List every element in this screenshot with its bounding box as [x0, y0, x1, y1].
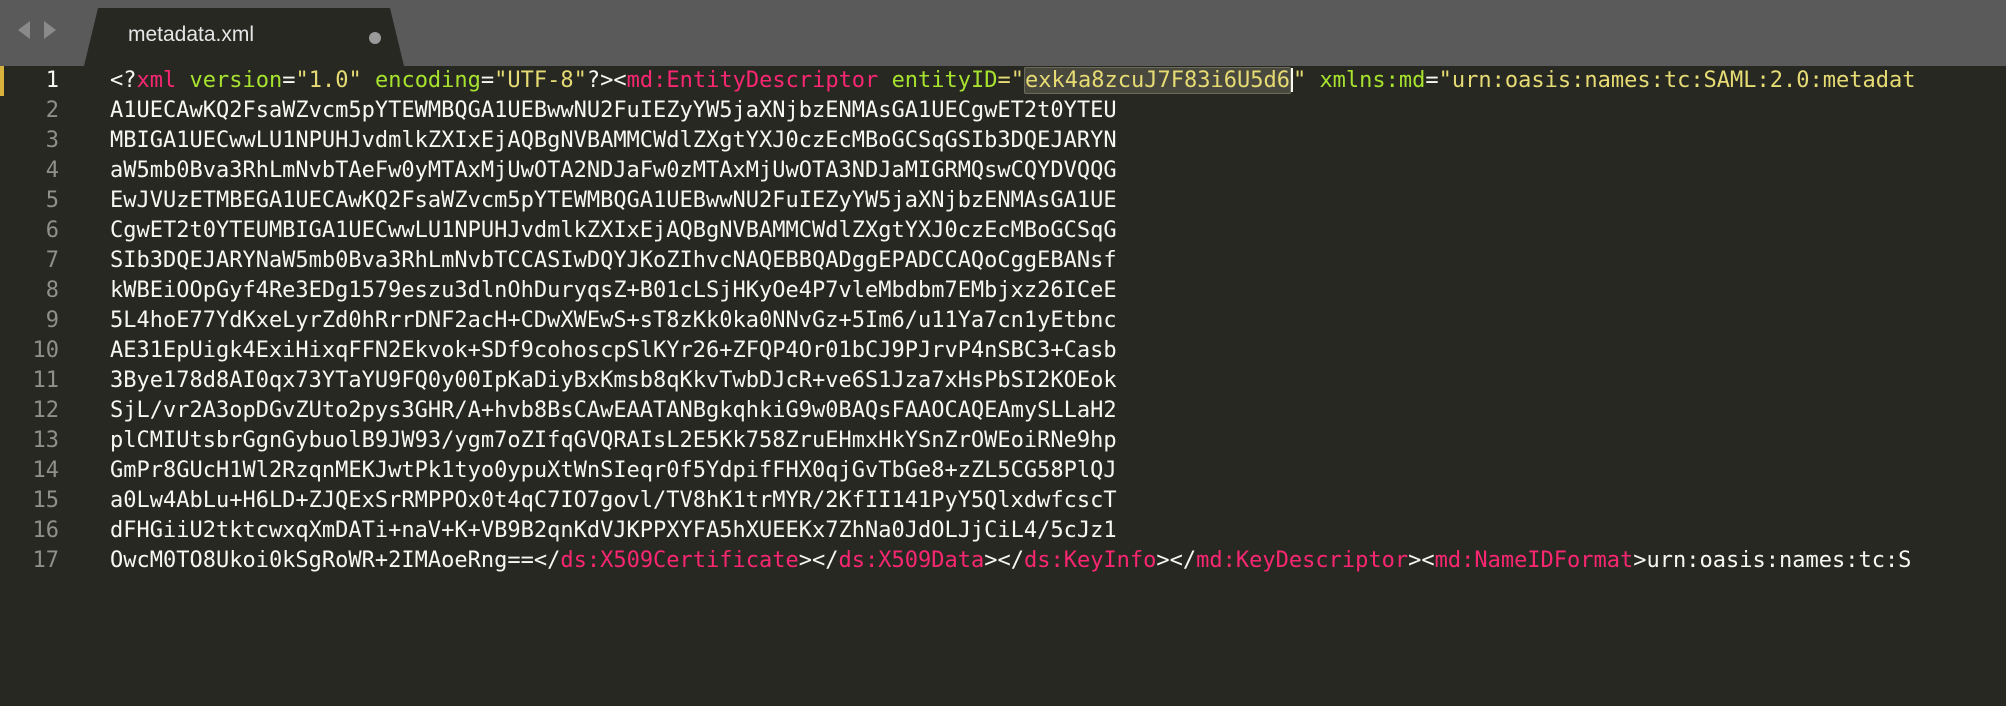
line-number: 16 [32, 518, 60, 543]
xml-decl-name: xml [136, 68, 177, 93]
value-xmlns-md: "urn:oasis:names:tc:SAML:2.0:metadat [1438, 68, 1916, 93]
line-number: 14 [32, 458, 60, 483]
line-number: 9 [45, 308, 59, 333]
line-number: 3 [45, 128, 59, 153]
line-number: 4 [45, 158, 59, 183]
line-number-gutter: 1 2 3 4 5 6 7 8 9 10 11 12 13 14 15 16 1… [0, 66, 96, 706]
equals-quote: =" [997, 68, 1025, 93]
cert-end-text: OwcM0TO8Ukoi0kSgRoWR+2IMAoeRng==</ [110, 548, 561, 573]
chevron-left-icon[interactable] [14, 17, 34, 43]
code-line-cert[interactable]: aW5mb0Bva3RhLmNvbTAeFw0yMTAxMjUwOTA2NDJa… [110, 156, 1117, 186]
line-number: 1 [45, 68, 59, 93]
line-number: 5 [45, 188, 59, 213]
code-line-cert[interactable]: MBIGA1UECwwLU1NPUHJvdmlkZXIxEjAQBgNVBAMM… [110, 126, 1117, 156]
xml-decl-open: <? [110, 68, 137, 93]
attr-entityid: entityID [891, 68, 998, 93]
attr-xmlns-md: xmlns:md [1319, 68, 1426, 93]
code-line-cert[interactable]: A1UECAwKQ2FsaWZvcm5pYTEWMBQGA1UEBwwNU2Fu… [110, 96, 1117, 126]
code-line-cert[interactable]: kWBEiOOpGyf4Re3EDg1579eszu3dlnOhDuryqsZ+… [110, 276, 1117, 306]
tag-keyinfo: ds:KeyInfo [1023, 548, 1157, 573]
attr-encoding: encoding [374, 68, 481, 93]
line-number: 12 [32, 398, 60, 423]
code-editor[interactable]: 1 2 3 4 5 6 7 8 9 10 11 12 13 14 15 16 1… [0, 66, 2006, 706]
value-encoding: "UTF-8" [494, 68, 587, 93]
line-number: 13 [32, 428, 60, 453]
equals: = [1425, 68, 1439, 93]
value-version: "1.0" [295, 68, 362, 93]
code-line-cert[interactable]: plCMIUtsbrGgnGybuolB9JW93/ygm7oZIfqGVQRA… [110, 426, 1117, 456]
line-number: 6 [45, 218, 59, 243]
tag-x509certificate: ds:X509Certificate [560, 548, 799, 573]
file-tab[interactable]: metadata.xml [84, 8, 404, 66]
code-line-1[interactable]: <?xml version="1.0" encoding="UTF-8"?><m… [110, 66, 1915, 96]
code-area[interactable]: <?xml version="1.0" encoding="UTF-8"?><m… [110, 66, 2006, 706]
code-line-cert[interactable]: EwJVUzETMBEGA1UECAwKQ2FsaWZvcm5pYTEWMBQG… [110, 186, 1117, 216]
line-number: 11 [32, 368, 60, 393]
code-line-cert[interactable]: dFHGiiU2tktcwxqXmDATi+naV+K+VB9B2qnKdVJK… [110, 516, 1117, 546]
tag-entity-descriptor: md:EntityDescriptor [626, 68, 879, 93]
code-line-cert[interactable]: SIb3DQEJARYNaW5mb0Bva3RhLmNvbTCCASIwDQYJ… [110, 246, 1117, 276]
editor-window: metadata.xml 1 2 3 4 5 6 7 8 9 10 11 12 … [0, 0, 2006, 706]
tab-bar: metadata.xml [0, 0, 2006, 66]
separator: ></ [798, 548, 839, 573]
separator: >< [1408, 548, 1435, 573]
line-number: 15 [32, 488, 60, 513]
line-number: 10 [32, 338, 60, 363]
code-line-17[interactable]: OwcM0TO8Ukoi0kSgRoWR+2IMAoeRng==</ds:X50… [110, 546, 1911, 576]
tag-nameidformat: md:NameIDFormat [1434, 548, 1634, 573]
xml-decl-close: ?>< [586, 68, 627, 93]
equals: = [282, 68, 296, 93]
code-line-cert[interactable]: AE31EpUigk4ExiHixqFFN2Ekvok+SDf9cohoscpS… [110, 336, 1117, 366]
unsaved-dot-icon[interactable] [369, 32, 381, 44]
separator: ></ [984, 548, 1024, 573]
code-line-cert[interactable]: CgwET2t0YTEUMBIGA1UECwwLU1NPUHJvdmlkZXIx… [110, 216, 1117, 246]
quote-close: " [1292, 68, 1307, 93]
line-number: 8 [45, 278, 59, 303]
chevron-right-icon[interactable] [40, 17, 60, 43]
equals: = [480, 68, 495, 93]
code-line-cert[interactable]: 3Bye178d8AI0qx73YTaYU9FQ0y00IpKaDiyBxKms… [110, 366, 1117, 396]
separator: ></ [1156, 548, 1197, 573]
nameidformat-value: >urn:oasis:names:tc:S [1633, 548, 1912, 573]
code-line-cert[interactable]: 5L4hoE77YdKxeLyrZd0hRrrDNF2acH+CDwXWEwS+… [110, 306, 1117, 336]
code-line-cert[interactable]: SjL/vr2A3opDGvZUto2pys3GHR/A+hvb8BsCAwEA… [110, 396, 1117, 426]
attr-version: version [189, 68, 283, 93]
code-line-cert[interactable]: GmPr8GUcH1Wl2RzqnMEKJwtPk1tyo0ypuXtWnSIe… [110, 456, 1117, 486]
line-number: 7 [45, 248, 59, 273]
line-number: 2 [45, 98, 59, 123]
line-number: 17 [32, 548, 60, 573]
tab-label: metadata.xml [128, 23, 255, 46]
code-line-cert[interactable]: a0Lw4AbLu+H6LD+ZJQExSrRMPPOx0t4qC7IO7gov… [110, 486, 1117, 516]
tag-x509data: ds:X509Data [838, 548, 985, 573]
tag-keydescriptor: md:KeyDescriptor [1196, 548, 1409, 573]
entityid-selection[interactable]: exk4a8zcuJ7F83i6U5d6 [1024, 67, 1291, 94]
